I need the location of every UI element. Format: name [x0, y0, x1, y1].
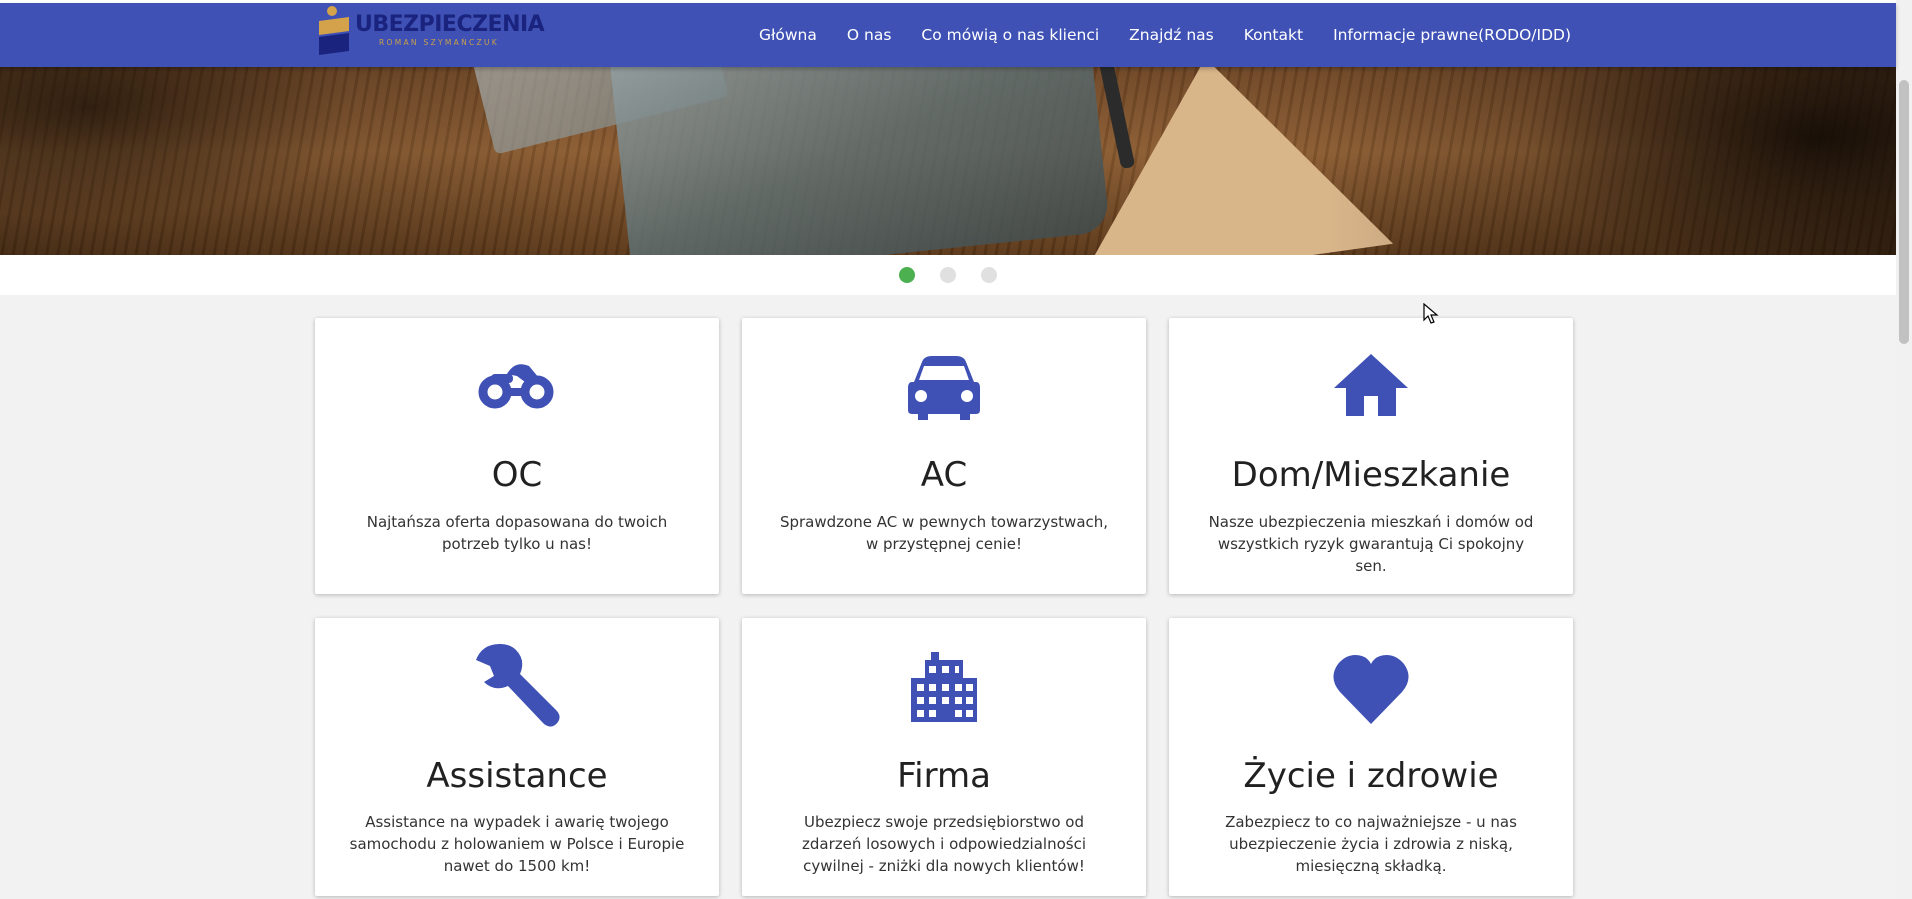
building-icon	[742, 650, 1146, 730]
nav-item-informacje-prawne[interactable]: Informacje prawne(RODO/IDD)	[1333, 26, 1571, 44]
wrench-icon	[315, 642, 719, 732]
card-title: Assistance	[426, 756, 608, 796]
card-text: Najtańsza oferta dopasowana do twoich po…	[366, 513, 668, 553]
carousel-indicators	[0, 255, 1896, 295]
mouse-cursor-icon	[1423, 302, 1439, 330]
card-text: Sprawdzone AC w pewnych towarzystwach, w…	[779, 513, 1109, 553]
nav-item-kontakt[interactable]: Kontakt	[1244, 26, 1303, 44]
hero-shade	[0, 67, 1896, 255]
card-title: Firma	[897, 756, 991, 796]
hero-slider-image	[0, 67, 1896, 255]
car-icon	[742, 352, 1146, 432]
heart-icon	[1169, 652, 1573, 732]
main-nav: Główna O nas Co mówią o nas klienci Znaj…	[729, 3, 1571, 67]
logo-mark-icon	[319, 6, 349, 55]
service-card-firma[interactable]: Firma Ubezpiecz swoje przedsiębiorstwo o…	[742, 618, 1146, 896]
service-card-dom[interactable]: Dom/Mieszkanie Nasze ubezpieczenia miesz…	[1169, 318, 1573, 594]
nav-item-o-nas[interactable]: O nas	[847, 26, 892, 44]
card-title: OC	[491, 455, 543, 495]
logo-name: UBEZPIECZENIA	[355, 12, 545, 37]
card-title: Dom/Mieszkanie	[1231, 455, 1511, 495]
logo-subtitle: ROMAN SZYMAŃCZUK	[379, 38, 499, 47]
navbar: UBEZPIECZENIA ROMAN SZYMAŃCZUK Główna O …	[0, 3, 1896, 67]
service-card-zycie[interactable]: Życie i zdrowie Zabezpiecz to co najważn…	[1169, 618, 1573, 896]
card-text: Ubezpiecz swoje przedsiębiorstwo od zdar…	[802, 813, 1086, 875]
card-title: Życie i zdrowie	[1243, 756, 1499, 796]
page-scrollbar[interactable]	[1896, 0, 1912, 899]
service-card-oc[interactable]: OC Najtańsza oferta dopasowana do twoich…	[315, 318, 719, 594]
carousel-indicators-band	[0, 255, 1896, 295]
motorcycle-icon	[315, 352, 719, 432]
carousel-dot-2[interactable]	[940, 267, 956, 283]
nav-item-glowna[interactable]: Główna	[759, 26, 817, 44]
service-card-assistance[interactable]: Assistance Assistance na wypadek i awari…	[315, 618, 719, 896]
card-text: Zabezpiecz to co najważniejsze - u nas u…	[1225, 813, 1517, 875]
card-text: Assistance na wypadek i awarię twojego s…	[349, 813, 685, 875]
card-title: AC	[920, 455, 968, 495]
service-card-ac[interactable]: AC Sprawdzone AC w pewnych towarzystwach…	[742, 318, 1146, 594]
home-icon	[1169, 352, 1573, 432]
card-text: Nasze ubezpieczenia mieszkań i domów od …	[1208, 513, 1534, 575]
logo[interactable]: UBEZPIECZENIA ROMAN SZYMAŃCZUK	[315, 3, 545, 67]
carousel-dot-1[interactable]	[899, 267, 915, 283]
scrollbar-thumb[interactable]	[1899, 80, 1909, 344]
nav-item-opinie[interactable]: Co mówią o nas klienci	[921, 26, 1099, 44]
carousel-dot-3[interactable]	[981, 267, 997, 283]
nav-item-znajdz-nas[interactable]: Znajdź nas	[1129, 26, 1214, 44]
